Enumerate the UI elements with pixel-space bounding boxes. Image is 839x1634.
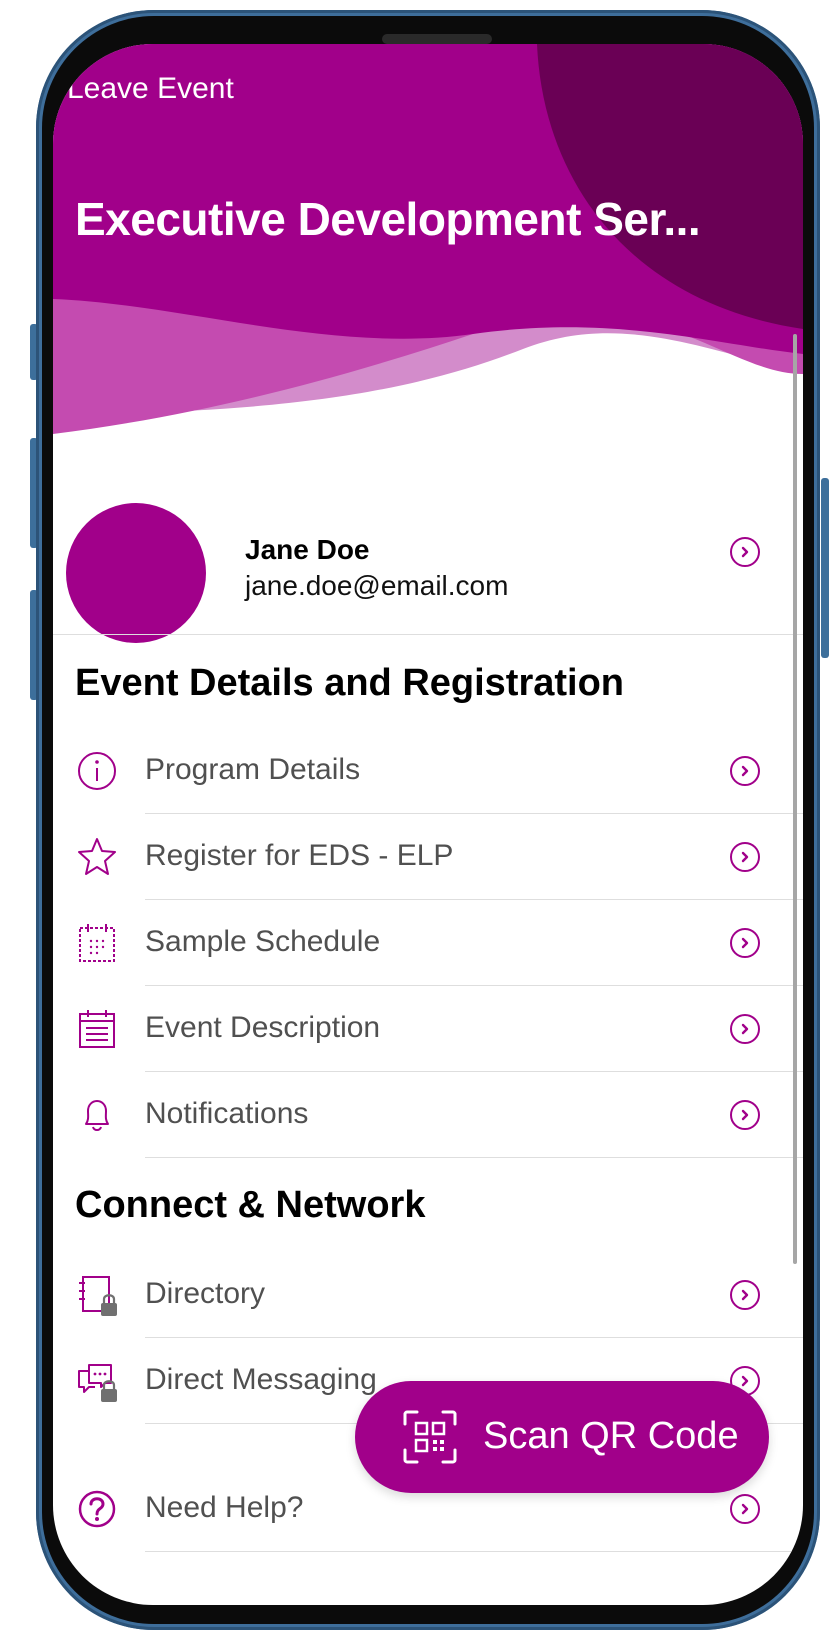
power-button [821,478,829,658]
app-screen: Leave Event Executive Development Ser...… [53,44,803,1605]
info-icon [78,752,116,790]
row-divider [145,1551,803,1552]
menu-item-notifications[interactable]: Notifications [53,1072,803,1158]
chevron-right-icon[interactable] [730,756,760,786]
menu-item-label: Program Details [145,753,361,786]
star-icon [78,838,116,875]
menu-item-label: Event Description [145,1011,381,1044]
avatar[interactable] [66,503,206,643]
section-title-event-details: Event Details and Registration [75,662,625,704]
header-banner [53,44,803,434]
chevron-right-icon[interactable] [730,1494,760,1524]
menu-item-sample-schedule[interactable]: Sample Schedule [53,900,803,986]
menu-item-label: Need Help? [145,1491,304,1524]
chevron-right-icon[interactable] [730,928,760,958]
profile-chevron-icon[interactable] [730,537,760,567]
profile-email: jane.doe@email.com [245,570,509,601]
scrollbar[interactable] [793,334,797,1264]
menu-item-label: Directory [145,1277,266,1310]
qr-code-icon [403,1410,457,1464]
bell-icon [85,1100,109,1131]
menu-item-directory[interactable]: Directory [53,1252,803,1338]
chevron-right-icon[interactable] [730,1014,760,1044]
profile-name: Jane Doe [245,534,370,565]
leave-event-link[interactable]: Leave Event [67,72,234,106]
menu-item-event-description[interactable]: Event Description [53,986,803,1072]
chevron-right-icon[interactable] [730,1100,760,1130]
menu-item-label: Notifications [145,1097,309,1130]
locked-message-icon [78,1364,117,1402]
phone-frame: Leave Event Executive Development Ser...… [36,10,820,1630]
calendar-icon [79,924,115,962]
menu-item-label: Register for EDS - ELP [145,839,454,872]
menu-item-label: Sample Schedule [145,925,381,958]
menu-item-label: Direct Messaging [145,1363,377,1396]
phone-bezel: Leave Event Executive Development Ser...… [42,16,814,1624]
event-title: Executive Development Ser... [75,193,701,245]
row-divider [145,1157,803,1158]
chevron-right-icon[interactable] [730,842,760,872]
menu-item-program-details[interactable]: Program Details [53,728,803,814]
section-title-connect: Connect & Network [75,1184,426,1226]
chevron-right-icon[interactable] [730,1280,760,1310]
scan-qr-button[interactable]: Scan QR Code [355,1381,769,1493]
question-icon [78,1490,116,1528]
speaker-notch [382,34,492,44]
document-calendar-icon [79,1010,115,1048]
profile-divider [53,634,803,635]
scan-qr-label: Scan QR Code [483,1415,739,1457]
menu-item-register[interactable]: Register for EDS - ELP [53,814,803,900]
locked-directory-icon [79,1276,117,1316]
